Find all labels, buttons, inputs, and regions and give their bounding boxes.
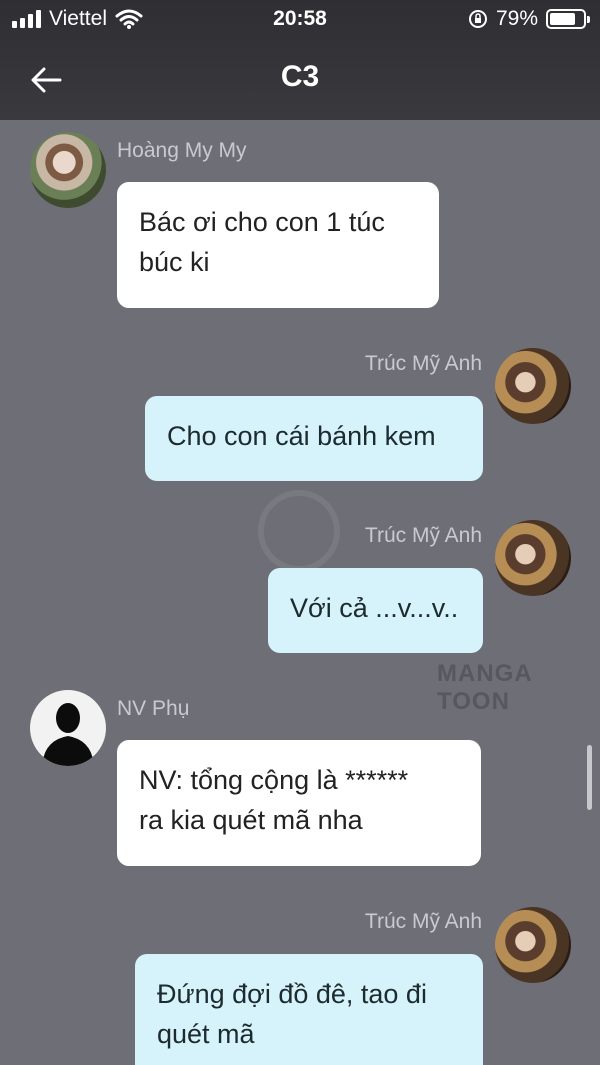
sender-name: Hoàng My My [117, 139, 247, 162]
battery-icon [546, 9, 590, 29]
message-bubble[interactable]: NV: tổng cộng là ****** ra kia quét mã n… [117, 740, 481, 866]
nav-bar: C3 [0, 40, 600, 120]
sender-name: Trúc Mỹ Anh [364, 352, 482, 375]
chat-title: C3 [280, 60, 320, 93]
person-silhouette-icon [42, 703, 94, 766]
battery-fill [550, 13, 576, 25]
avatar[interactable] [30, 132, 106, 208]
message-line: quét mã [157, 1019, 255, 1049]
message-bubble[interactable]: Bác ơi cho con 1 túc búc ki [117, 182, 439, 308]
message-line: NV: tổng cộng là ****** [139, 765, 409, 795]
status-right: 79% [468, 7, 590, 31]
sender-name: Trúc Mỹ Anh [364, 910, 482, 933]
message-line: Bác ơi cho con 1 túc [139, 207, 385, 237]
message-line: ra kia quét mã nha [139, 805, 363, 835]
message-list[interactable]: Hoàng My My Bác ơi cho con 1 túc búc ki … [0, 120, 600, 1065]
avatar[interactable] [30, 690, 106, 766]
avatar[interactable] [495, 907, 571, 983]
watermark: MANGA TOON [437, 660, 532, 715]
scrollbar[interactable] [587, 745, 592, 810]
sender-name: NV Phụ [117, 697, 190, 720]
avatar[interactable] [495, 520, 571, 596]
message-line: Cho con cái bánh kem [167, 421, 436, 451]
avatar[interactable] [495, 348, 571, 424]
message-bubble[interactable]: Với cả ...v...v.. [268, 568, 483, 653]
battery-percent: 79% [495, 7, 538, 30]
rotation-lock-icon [468, 10, 487, 28]
message-bubble[interactable]: Đứng đợi đồ đê, tao đi quét mã [135, 954, 483, 1065]
message-line: búc ki [139, 247, 210, 277]
message-line: Với cả ...v...v.. [290, 593, 459, 623]
status-bar: Viettel 20:58 79% [0, 0, 600, 40]
message-line: Đứng đợi đồ đê, tao đi [157, 979, 427, 1009]
loading-spinner [258, 490, 340, 572]
message-bubble[interactable]: Cho con cái bánh kem [145, 396, 483, 481]
battery-tip [587, 16, 590, 23]
app-header: Viettel 20:58 79% C3 [0, 0, 600, 120]
sender-name: Trúc Mỹ Anh [364, 524, 482, 547]
